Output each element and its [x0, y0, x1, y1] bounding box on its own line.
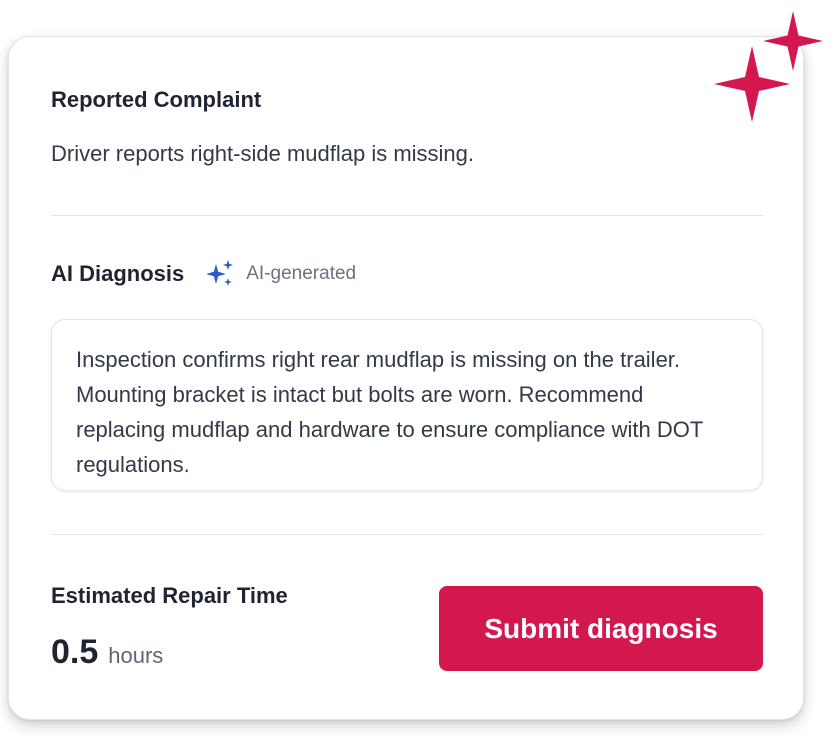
repair-time-value: 0.5	[51, 633, 99, 671]
diagnosis-text: Inspection confirms right rear mudflap i…	[76, 347, 703, 477]
divider	[51, 534, 763, 535]
ai-diagnosis-header: AI Diagnosis AI-generated	[51, 259, 356, 289]
ai-diagnosis-heading: AI Diagnosis	[51, 261, 185, 286]
stage: Reported Complaint Driver reports right-…	[0, 0, 834, 736]
diagnosis-textbox[interactable]: Inspection confirms right rear mudflap i…	[51, 319, 763, 491]
repair-time-unit: hours	[108, 643, 164, 668]
repair-time-readout: 0.5 hours	[51, 633, 163, 672]
ai-generated-badge: AI-generated	[246, 263, 357, 284]
sparkle-icon	[763, 11, 823, 71]
diagnosis-card: Reported Complaint Driver reports right-…	[8, 36, 804, 720]
divider	[51, 215, 763, 216]
submit-diagnosis-button[interactable]: Submit diagnosis	[439, 586, 763, 671]
complaint-text: Driver reports right-side mudflap is mis…	[51, 141, 475, 166]
sparkles-icon	[204, 258, 236, 290]
estimated-repair-time-heading: Estimated Repair Time	[51, 583, 288, 608]
reported-complaint-heading: Reported Complaint	[51, 87, 262, 112]
